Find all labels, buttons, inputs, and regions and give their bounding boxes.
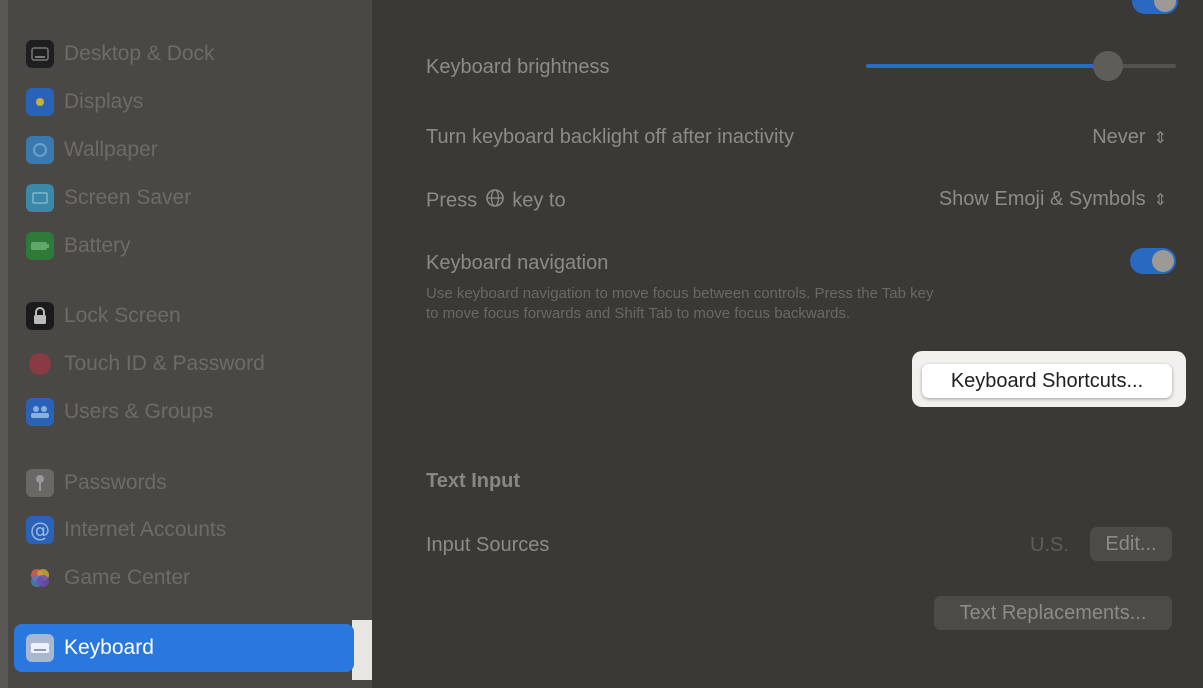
sidebar-edge [0,0,8,688]
sidebar-item-label: Wallpaper [64,138,158,161]
slider-fill [866,64,1108,68]
top-toggle[interactable] [1132,0,1178,14]
fingerprint-icon [26,350,54,378]
backlight-popup[interactable]: Never ⇕ [1092,126,1167,149]
keyboard-brightness-slider[interactable] [866,51,1176,81]
input-sources-label: Input Sources [426,534,550,556]
sidebar-item-screen-saver[interactable]: Screen Saver [26,179,191,217]
input-sources-value: U.S. [1030,534,1069,556]
keyboard-navigation-label: Keyboard navigation [426,252,609,274]
keyboard-settings-pane: Keyboard brightness Turn keyboard backli… [372,0,1203,688]
sidebar: Desktop & Dock Displays Wallpaper Screen… [0,0,374,688]
selection-highlight [352,620,374,680]
sidebar-item-label: Desktop & Dock [64,42,215,65]
sidebar-item-label: Screen Saver [64,186,192,209]
sidebar-item-desktop-dock[interactable]: Desktop & Dock [26,35,215,73]
sidebar-item-internet-accounts[interactable]: @ Internet Accounts [26,511,226,549]
chevron-updown-icon: ⇕ [1153,192,1167,209]
press-key-label: Press key to [426,188,566,214]
sidebar-item-label: Users & Groups [64,400,214,423]
slider-knob[interactable] [1092,51,1123,81]
sidebar-item-label: Keyboard [64,636,154,659]
sidebar-item-label: Internet Accounts [64,518,227,541]
game-center-icon [26,564,54,592]
text-replacements-button[interactable]: Text Replacements... [934,596,1172,630]
press-key-popup[interactable]: Show Emoji & Symbols ⇕ [939,188,1167,211]
sidebar-item-lock-screen[interactable]: Lock Screen [26,297,181,335]
sidebar-item-keyboard[interactable]: Keyboard [14,624,354,672]
sidebar-item-label: Lock Screen [64,304,181,327]
sidebar-item-wallpaper[interactable]: Wallpaper [26,131,158,169]
sidebar-item-label: Battery [64,234,131,257]
press-key-value: Show Emoji & Symbols [938,188,1146,210]
screen-saver-icon [26,184,54,212]
globe-icon [485,188,505,214]
backlight-label: Turn keyboard backlight off after inacti… [426,126,794,148]
keyboard-navigation-toggle[interactable] [1130,248,1176,274]
wallpaper-icon [26,136,54,164]
keyboard-shortcuts-button[interactable]: Keyboard Shortcuts... [922,364,1172,398]
sidebar-item-label: Game Center [64,566,191,589]
keyboard-navigation-description-1: Use keyboard navigation to move focus be… [426,285,934,302]
edit-button[interactable]: Edit... [1090,527,1172,561]
text-input-title: Text Input [426,470,521,492]
at-sign-icon: @ [26,516,54,544]
keyboard-navigation-description-2: to move focus forwards and Shift Tab to … [426,305,851,322]
chevron-updown-icon: ⇕ [1153,130,1167,147]
sidebar-item-touch-id[interactable]: Touch ID & Password [26,345,265,383]
sidebar-item-game-center[interactable]: Game Center [26,559,190,597]
sidebar-item-displays[interactable]: Displays [26,83,143,121]
sidebar-item-battery[interactable]: Battery [26,227,131,265]
users-icon [26,398,54,426]
battery-icon [26,232,54,260]
key-icon [26,469,54,497]
sidebar-item-label: Touch ID & Password [64,352,265,375]
sidebar-item-users-groups[interactable]: Users & Groups [26,393,213,431]
desktop-dock-icon [26,40,54,68]
sidebar-item-label: Displays [64,90,144,113]
displays-icon [26,88,54,116]
backlight-value: Never [1092,126,1146,148]
press-key-prefix: Press [426,189,478,212]
press-key-suffix: key to [512,189,566,212]
keyboard-brightness-label: Keyboard brightness [426,56,610,78]
lock-icon [26,302,54,330]
sidebar-item-passwords[interactable]: Passwords [26,464,167,502]
keyboard-icon [26,634,54,662]
sidebar-item-label: Passwords [64,471,167,494]
